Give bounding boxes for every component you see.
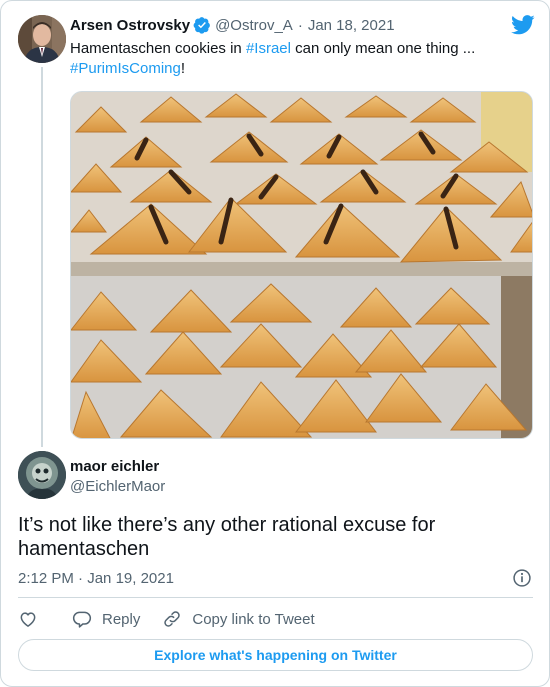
thread-connector: [41, 67, 43, 447]
reply-label: Reply: [102, 610, 141, 628]
copy-link-button[interactable]: Copy link to Tweet: [162, 609, 315, 629]
tweet-text-segment: !: [180, 60, 186, 77]
info-icon[interactable]: [512, 568, 532, 588]
twitter-bird-icon[interactable]: [511, 15, 535, 35]
avatar[interactable]: [18, 15, 66, 63]
avatar-photo: [18, 15, 66, 63]
explore-twitter-button[interactable]: Explore what's happening on Twitter: [18, 639, 533, 671]
author-name[interactable]: maor eichler: [70, 458, 159, 475]
tweet-date: Jan 19, 2021: [87, 570, 174, 587]
hashtag-link[interactable]: #Israel: [246, 40, 291, 57]
author-handle[interactable]: @Ostrov_A: [215, 17, 293, 34]
tweet-time: 2:12 PM: [18, 570, 74, 587]
reply-button[interactable]: Reply: [72, 609, 140, 629]
tweet-actions: Reply Copy link to Tweet: [18, 608, 315, 630]
link-icon: [164, 611, 181, 627]
tweet-photo[interactable]: [70, 91, 533, 439]
author-name[interactable]: Arsen Ostrovsky: [70, 17, 190, 34]
tweet-timestamp[interactable]: 2:12 PM · Jan 19, 2021: [18, 570, 174, 587]
copy-link-label: Copy link to Tweet: [192, 610, 315, 628]
hamentaschen-photo: [71, 92, 532, 438]
parent-tweet-header: Arsen Ostrovsky @Ostrov_A · Jan 18, 2021: [70, 16, 395, 34]
like-button[interactable]: [18, 609, 38, 629]
tweet-text-segment: can only mean one thing ...: [290, 40, 476, 57]
verified-badge-icon: [193, 17, 210, 34]
tweet-date[interactable]: Jan 18, 2021: [308, 17, 395, 34]
heart-icon: [20, 612, 36, 627]
divider: [18, 597, 533, 598]
author-handle[interactable]: @EichlerMaor: [70, 478, 165, 495]
reply-icon: [72, 611, 92, 628]
avatar-photo: [18, 451, 66, 499]
tweet-text-segment: Hamentaschen cookies in: [70, 40, 246, 57]
parent-tweet-text: Hamentaschen cookies in #Israel can only…: [70, 39, 520, 79]
separator-dot: ·: [78, 570, 84, 587]
avatar[interactable]: [18, 451, 66, 499]
reply-tweet-text: It’s not like there’s any other rational…: [18, 514, 436, 560]
separator-dot: ·: [297, 16, 303, 34]
tweet-embed-card: Arsen Ostrovsky @Ostrov_A · Jan 18, 2021…: [0, 0, 550, 687]
hashtag-link[interactable]: #PurimIsComing: [70, 60, 181, 77]
